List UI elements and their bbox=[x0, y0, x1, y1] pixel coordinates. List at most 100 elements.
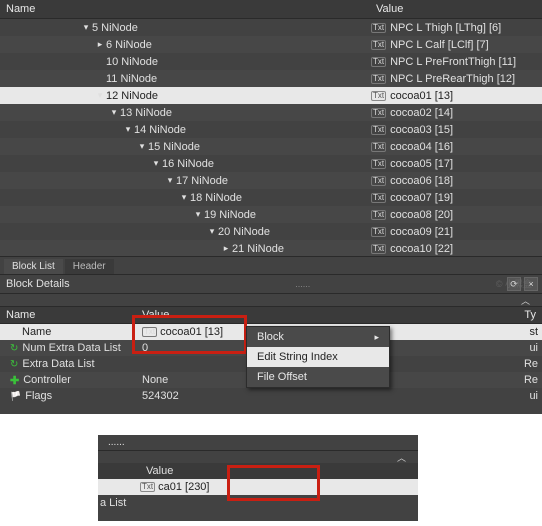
refresh-icon: ↻ bbox=[10, 359, 18, 370]
txt-badge-icon: Txt bbox=[371, 176, 386, 186]
node-value: NPC L Calf [LClf] [7] bbox=[390, 39, 489, 51]
chevron-up-icon[interactable]: ︿ bbox=[521, 294, 530, 307]
node-label: 10 NiNode bbox=[106, 56, 158, 68]
tree-row[interactable]: ▾5 NiNode Txt NPC L Thigh [LThg] [6] bbox=[0, 19, 542, 36]
txt-badge-icon: Txt bbox=[371, 23, 386, 33]
crop-col-value[interactable]: Value bbox=[140, 463, 418, 479]
tree-row[interactable]: 10 NiNode Txt NPC L PreFrontThigh [11] bbox=[0, 53, 542, 70]
expand-arrow-icon[interactable]: ▾ bbox=[94, 90, 106, 101]
node-label: 14 NiNode bbox=[134, 124, 186, 136]
collapse-caret-row: ︿ bbox=[0, 294, 542, 306]
menu-item-label: Block bbox=[257, 331, 284, 343]
expand-arrow-icon[interactable]: ▾ bbox=[206, 226, 218, 237]
txt-badge-icon: Txt bbox=[371, 159, 386, 169]
plus-icon: ✚ bbox=[10, 374, 19, 387]
txt-badge-icon: Txt bbox=[371, 210, 386, 220]
detail-value: 0 bbox=[142, 342, 148, 354]
detail-name: Name bbox=[22, 326, 51, 338]
node-label: 19 NiNode bbox=[204, 209, 256, 221]
txt-badge-icon: Txt bbox=[371, 91, 386, 101]
menu-item[interactable]: File Offset bbox=[247, 367, 389, 387]
crop-row-partial[interactable]: a List bbox=[98, 495, 418, 511]
details-col-type[interactable]: Ty bbox=[246, 307, 542, 323]
detail-value: cocoa01 [13] bbox=[160, 326, 223, 338]
node-value: NPC L PreRearThigh [12] bbox=[390, 73, 515, 85]
expand-arrow-icon[interactable]: ▾ bbox=[150, 158, 162, 169]
tree-row[interactable]: ▾14 NiNodeTxtcocoa03 [15] bbox=[0, 121, 542, 138]
detail-name: Extra Data List bbox=[22, 358, 94, 370]
node-label: 15 NiNode bbox=[148, 141, 200, 153]
expand-arrow-icon[interactable]: ▸ bbox=[94, 39, 106, 50]
menu-item[interactable]: Block ▸ bbox=[247, 327, 389, 347]
node-label: 17 NiNode bbox=[176, 175, 228, 187]
watermark: © 小黑盒 bbox=[496, 277, 532, 290]
tree-row[interactable]: ▸6 NiNode Txt NPC L Calf [LClf] [7] bbox=[0, 36, 542, 53]
crop-row-selected[interactable]: Txt ca01 [230] bbox=[98, 479, 418, 495]
expand-arrow-icon[interactable]: ▾ bbox=[178, 192, 190, 203]
tab-block-list[interactable]: Block List bbox=[4, 259, 63, 274]
column-header-name[interactable]: Name bbox=[0, 0, 370, 18]
tree-row[interactable]: ▾16 NiNodeTxtcocoa05 [17] bbox=[0, 155, 542, 172]
details-col-value[interactable]: Value bbox=[136, 307, 246, 323]
menu-item[interactable]: Edit String Index bbox=[247, 347, 389, 367]
txt-badge-icon: Txt bbox=[371, 57, 386, 67]
txt-badge-icon: Txt bbox=[371, 142, 386, 152]
tree-row[interactable]: ▾19 NiNode Txt cocoa08 [20] bbox=[0, 206, 542, 223]
crop-header: Value bbox=[98, 463, 418, 479]
tree-row[interactable]: ▸21 NiNodeTxtcocoa10 [22] bbox=[0, 240, 542, 256]
txt-badge-icon: Txt bbox=[371, 108, 386, 118]
tab-header[interactable]: Header bbox=[65, 259, 114, 274]
node-value: NPC L Thigh [LThg] [6] bbox=[390, 22, 501, 34]
tree-row[interactable]: ▾12 NiNodeTxtcocoa01 [13] bbox=[0, 87, 542, 104]
details-header: Name Value Ty bbox=[0, 306, 542, 324]
tree-row[interactable]: ▾18 NiNodeTxtcocoa07 [19] bbox=[0, 189, 542, 206]
expand-arrow-icon[interactable]: ▾ bbox=[164, 175, 176, 186]
expand-arrow-icon[interactable]: ▾ bbox=[122, 124, 134, 135]
detail-value: 524302 bbox=[142, 390, 179, 402]
node-label: 5 NiNode bbox=[92, 22, 138, 34]
node-value: cocoa05 [17] bbox=[390, 158, 453, 170]
tree-view[interactable]: ▾5 NiNodeTxtNPC L Thigh [LThg] [6]▸6 NiN… bbox=[0, 19, 542, 256]
expand-arrow-icon[interactable]: ▾ bbox=[108, 107, 120, 118]
node-value: cocoa07 [19] bbox=[390, 192, 453, 204]
node-label: 6 NiNode bbox=[106, 39, 152, 51]
expand-arrow-icon[interactable]: ▾ bbox=[192, 209, 204, 220]
details-col-name[interactable]: Name bbox=[0, 307, 136, 323]
detail-row[interactable]: 🏳️ Flags 524302 ui bbox=[0, 388, 542, 404]
context-menu[interactable]: Block ▸ Edit String Index File Offset bbox=[246, 326, 390, 388]
detail-type: ui bbox=[246, 390, 542, 402]
node-value: cocoa08 [20] bbox=[390, 209, 453, 221]
detail-value: None bbox=[142, 374, 168, 386]
txt-badge-icon: Txt bbox=[371, 40, 386, 50]
flag-icon: 🏳️ bbox=[10, 391, 21, 402]
tree-header: Name Value bbox=[0, 0, 542, 19]
refresh-icon: ↻ bbox=[10, 343, 18, 354]
node-value: cocoa04 [16] bbox=[390, 141, 453, 153]
txt-badge-icon: Txt bbox=[142, 327, 157, 337]
node-value: NPC L PreFrontThigh [11] bbox=[390, 56, 516, 68]
txt-badge-icon: Txt bbox=[371, 193, 386, 203]
detail-name: Flags bbox=[25, 390, 52, 402]
tree-row[interactable]: ▾17 NiNodeTxtcocoa06 [18] bbox=[0, 172, 542, 189]
chevron-right-icon: ▸ bbox=[374, 332, 379, 343]
block-details-label: Block Details bbox=[6, 278, 70, 290]
tab-bar: Block List Header bbox=[0, 256, 542, 274]
tree-row[interactable]: ▾20 NiNodeTxtcocoa09 [21] bbox=[0, 223, 542, 240]
txt-badge-icon: Txt bbox=[371, 227, 386, 237]
tree-row[interactable]: 11 NiNodeTxtNPC L PreRearThigh [12] bbox=[0, 70, 542, 87]
block-details-title: Block Details ...... ⟳ × bbox=[0, 274, 542, 294]
node-value: cocoa03 [15] bbox=[390, 124, 453, 136]
tree-row[interactable]: ▾13 NiNodeTxtcocoa02 [14] bbox=[0, 104, 542, 121]
node-value: cocoa09 [21] bbox=[390, 226, 453, 238]
menu-item-label: Edit String Index bbox=[257, 351, 338, 363]
main-panel: Name Value ▾5 NiNodeTxtNPC L Thigh [LThg… bbox=[0, 0, 542, 414]
expand-arrow-icon[interactable]: ▾ bbox=[136, 141, 148, 152]
node-value: cocoa01 [13] bbox=[390, 90, 453, 102]
detail-name: Controller bbox=[23, 374, 71, 386]
chevron-up-icon[interactable]: ︿ bbox=[397, 451, 406, 464]
expand-arrow-icon[interactable]: ▸ bbox=[220, 243, 232, 254]
column-header-value[interactable]: Value bbox=[370, 0, 542, 18]
tree-row[interactable]: ▾15 NiNode Txt cocoa04 [16] bbox=[0, 138, 542, 155]
menu-item-label: File Offset bbox=[257, 371, 307, 383]
expand-arrow-icon[interactable]: ▾ bbox=[80, 22, 92, 33]
